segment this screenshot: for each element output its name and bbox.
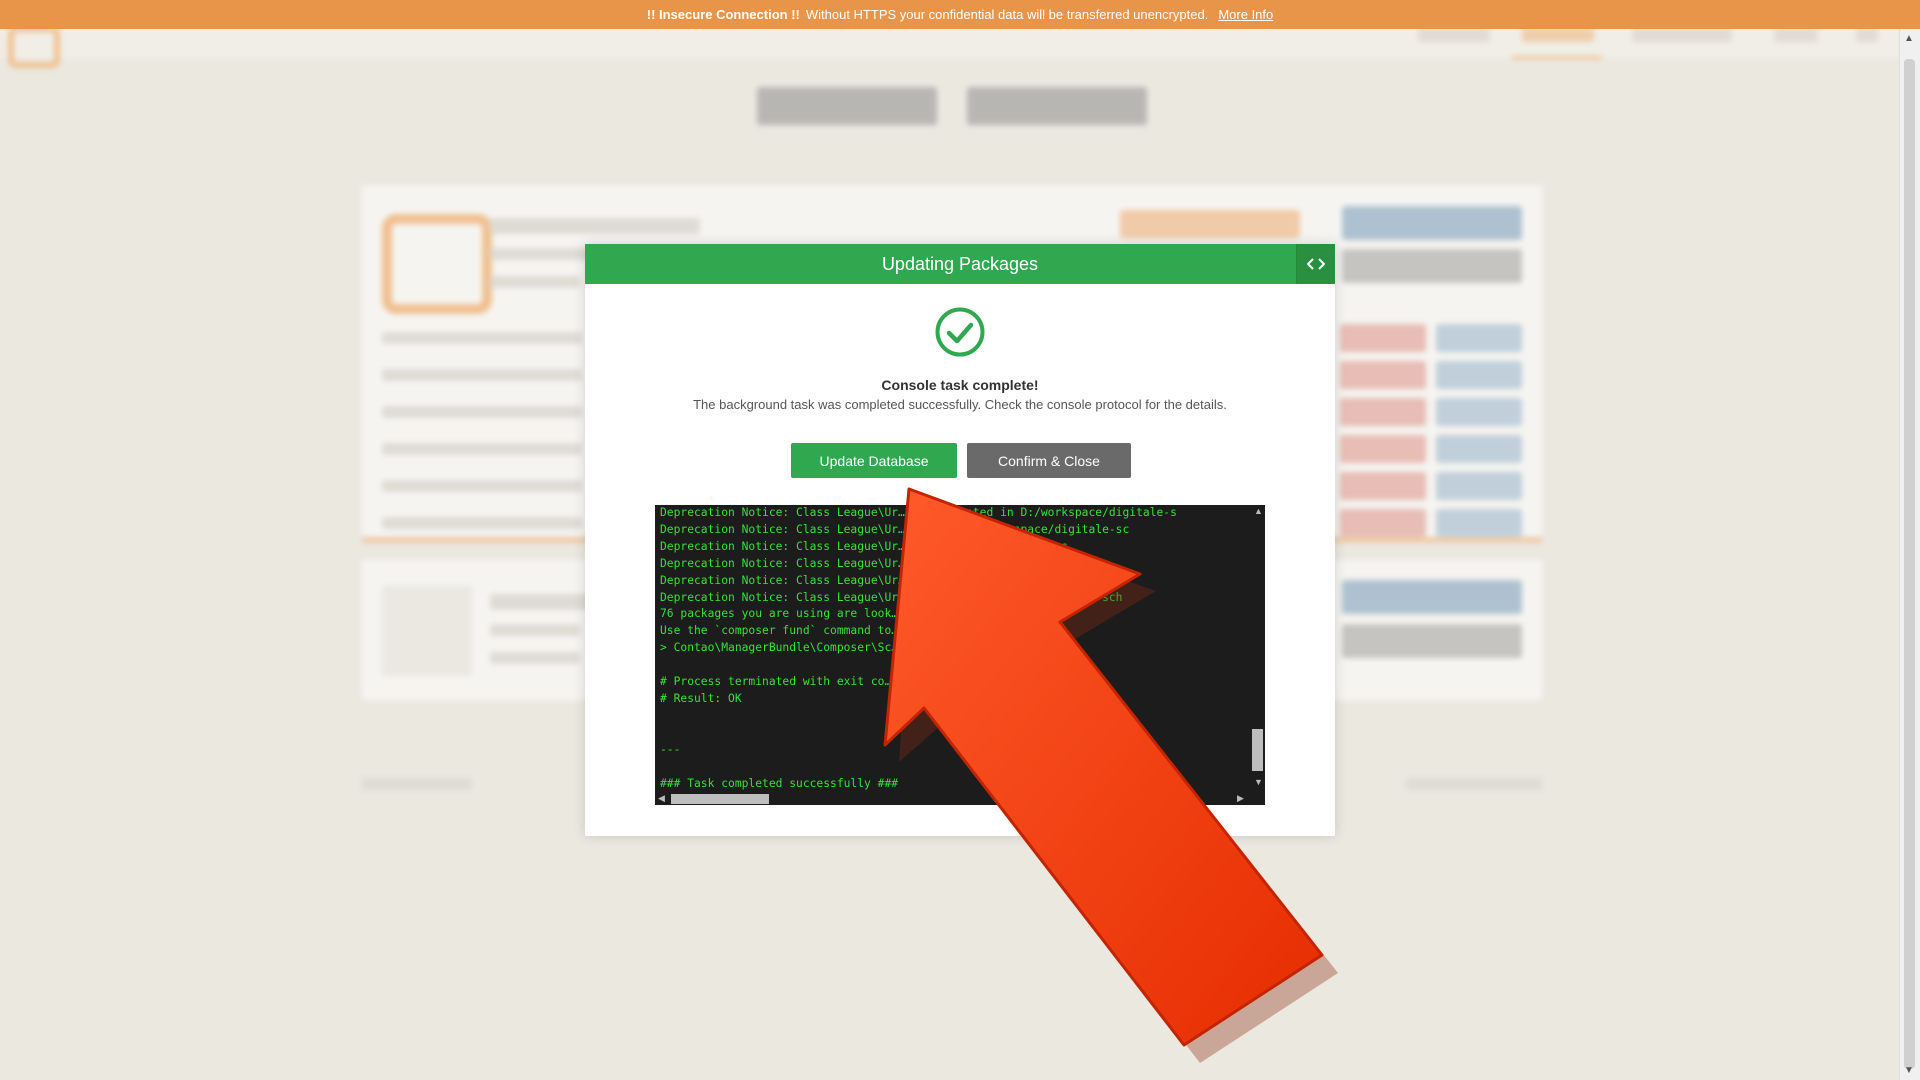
console-line: Deprecation Notice: Class League\Ur… D:/… — [660, 556, 1075, 570]
footer-text-bar — [1405, 778, 1542, 790]
checkmark-circle-icon — [935, 307, 985, 357]
console-scroll-right-icon[interactable]: ▶ — [1237, 793, 1244, 804]
nav-item — [1856, 28, 1878, 42]
console-vertical-scrollbar[interactable]: ▲ ▼ — [1251, 505, 1265, 791]
background-button — [1342, 624, 1522, 658]
background-button — [757, 87, 937, 125]
console-log: Deprecation Notice: Class League\Ur… Fil… — [660, 505, 1245, 790]
package-title-bar — [490, 218, 700, 234]
console-line: 76 packages you are using are look… — [660, 607, 899, 621]
background-button — [1436, 361, 1522, 389]
console-scroll-down-icon[interactable]: ▼ — [1254, 777, 1263, 787]
background-button — [1436, 435, 1522, 463]
console-line: Deprecation Notice: Class League\Ur… Fil… — [660, 506, 1177, 519]
banner-title: !! Insecure Connection !! — [646, 7, 800, 22]
console-line: # Result: OK — [660, 691, 742, 705]
console-line: --- — [660, 742, 681, 756]
nav-item — [1418, 28, 1490, 42]
background-button — [1342, 206, 1522, 240]
background-button — [1436, 398, 1522, 426]
background-button — [1436, 509, 1522, 537]
package-meta-bar — [490, 652, 580, 664]
console-horizontal-scrollbar[interactable]: ◀ ▶ — [655, 791, 1251, 805]
status-title: Console task complete! — [881, 377, 1039, 393]
console-hscroll-thumb[interactable] — [671, 794, 769, 804]
banner-message: Without HTTPS your confidential data wil… — [805, 7, 1209, 22]
package-row-bar — [382, 443, 582, 455]
background-button — [1340, 472, 1426, 500]
code-toggle-icon — [1307, 258, 1325, 270]
nav-item-active — [1522, 28, 1594, 42]
updating-packages-dialog: Updating Packages Console task complete!… — [585, 244, 1335, 836]
console-toggle-button[interactable] — [1296, 244, 1335, 284]
package-row-bar — [382, 369, 582, 381]
footer-text-bar — [362, 778, 472, 790]
confirm-close-button[interactable]: Confirm & Close — [967, 443, 1131, 478]
package-row-bar — [382, 332, 582, 344]
dialog-header: Updating Packages — [585, 244, 1335, 284]
console-line: Deprecation Notice: Class League\Ur… ate… — [660, 522, 1130, 536]
update-database-button[interactable]: Update Database — [791, 443, 957, 478]
package-meta-bar — [490, 624, 580, 636]
page-scrollbar[interactable]: ▲ ▼ — [1899, 29, 1920, 1080]
insecure-connection-banner: !! Insecure Connection !! Without HTTPS … — [0, 0, 1920, 29]
status-message: The background task was completed succes… — [693, 397, 1227, 412]
nav-item — [1632, 28, 1732, 42]
background-button — [1342, 580, 1522, 614]
nav-item — [1774, 28, 1818, 42]
more-info-link[interactable]: More Info — [1218, 7, 1273, 22]
console-line: ### Task completed successfully ### — [660, 776, 899, 790]
background-button — [1340, 324, 1426, 352]
scroll-down-arrow-icon[interactable]: ▼ — [1904, 1065, 1914, 1076]
background-button — [967, 87, 1147, 125]
package-row-bar — [382, 406, 582, 418]
console-line: Deprecation Notice: Class League\Ur… ed … — [660, 590, 1123, 604]
scroll-up-arrow-icon[interactable]: ▲ — [1904, 33, 1914, 44]
image-placeholder-icon — [382, 586, 472, 676]
background-button — [1436, 472, 1522, 500]
background-button — [1340, 398, 1426, 426]
scrollbar-thumb[interactable] — [1904, 59, 1915, 1069]
contao-logo-icon — [8, 26, 60, 68]
console-scroll-up-icon[interactable]: ▲ — [1254, 506, 1263, 516]
console-line: # Process terminated with exit co… — [660, 675, 892, 689]
console-output[interactable]: Deprecation Notice: Class League\Ur… Fil… — [655, 505, 1265, 805]
console-scrollbar-thumb[interactable] — [1252, 729, 1263, 771]
package-row-bar — [382, 480, 582, 492]
console-line: Deprecation Notice: Class League\Ur… D:/… — [660, 539, 1069, 553]
console-scroll-left-icon[interactable]: ◀ — [658, 793, 665, 804]
background-button — [1342, 249, 1522, 283]
console-line: Deprecation Notice: Class League\Ur… ate… — [660, 573, 1069, 587]
background-button — [1340, 435, 1426, 463]
console-line: Use the `composer fund` command to… — [660, 624, 899, 638]
package-meta-bar — [490, 276, 580, 288]
package-logo-icon — [382, 214, 492, 314]
dialog-title: Updating Packages — [881, 253, 1039, 274]
background-button — [1340, 361, 1426, 389]
nav-active-indicator — [1512, 56, 1602, 59]
package-row-bar — [382, 517, 582, 529]
background-button — [1120, 210, 1300, 238]
background-button — [1340, 509, 1426, 537]
background-button — [1436, 324, 1522, 352]
console-line: > Contao\ManagerBundle\Composer\Sc…ie… a… — [660, 641, 1001, 655]
